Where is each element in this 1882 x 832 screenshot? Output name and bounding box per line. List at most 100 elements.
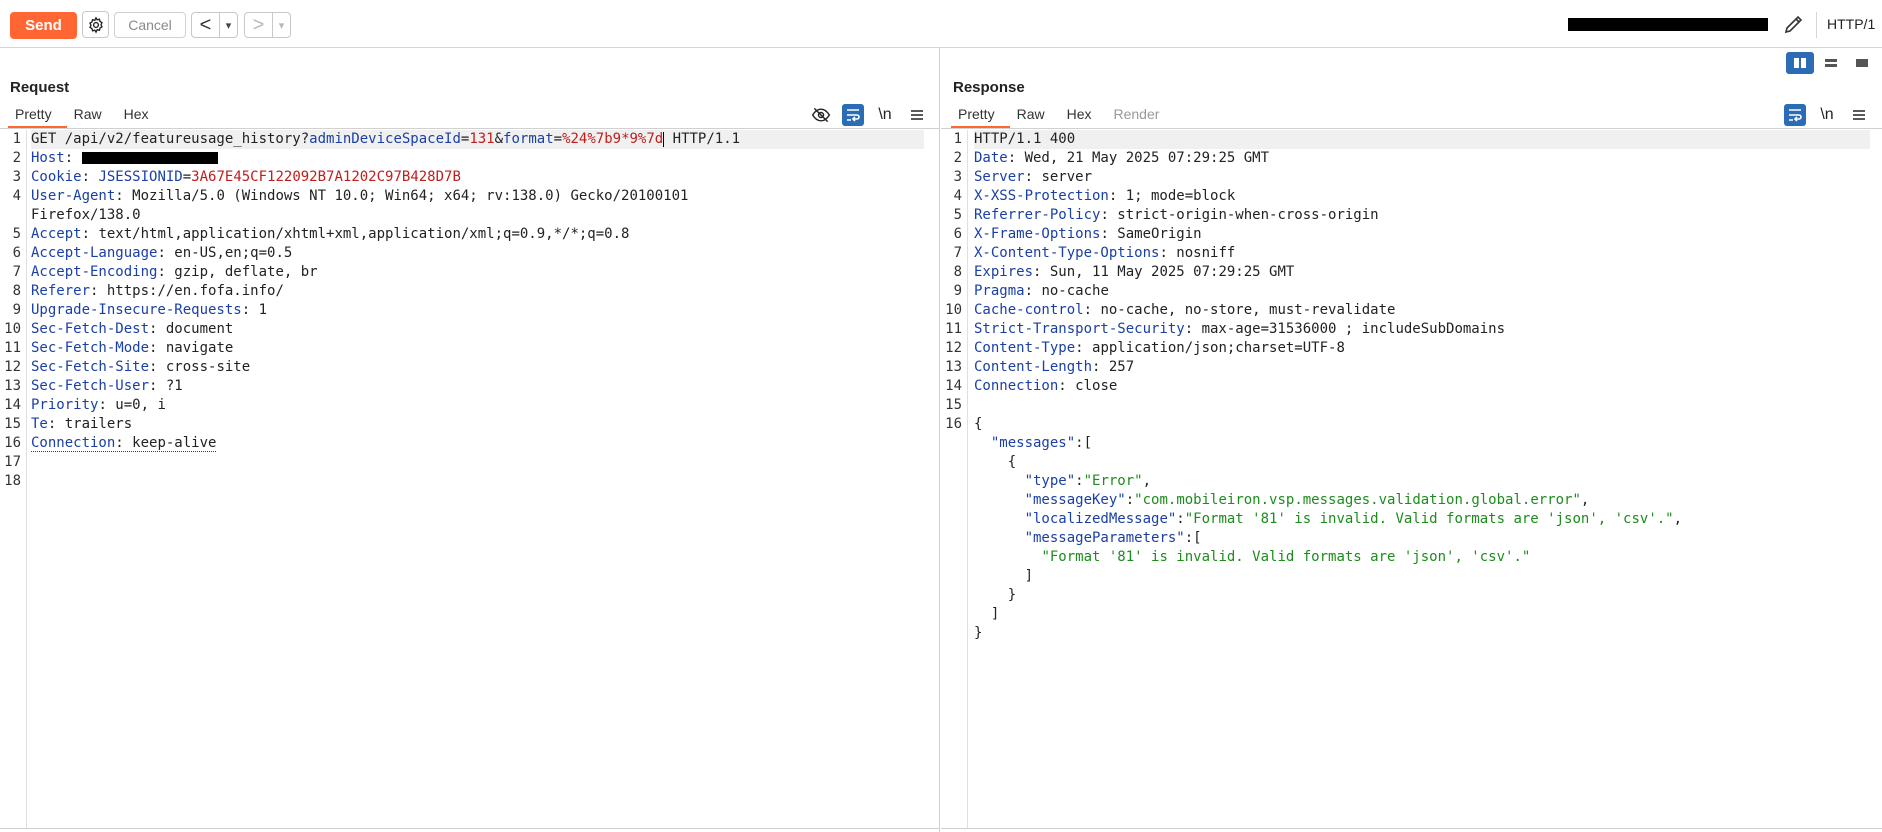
header-line: Date: Wed, 21 May 2025 07:29:25 GMT (974, 150, 1270, 166)
response-footer (941, 828, 1882, 832)
request-path: GET /api/v2/featureusage_history? (31, 131, 310, 147)
json-line: { (974, 454, 1017, 470)
header-name: Accept-Encoding (31, 264, 158, 280)
response-line-numbers: 1 2 3 4 5 6 7 8 9 10 11 12 13 14 15 16 (941, 130, 968, 828)
response-wrap-lines-button[interactable] (1784, 104, 1806, 126)
header-line: Strict-Transport-Security: max-age=31536… (974, 321, 1506, 337)
header-name: Host (31, 150, 65, 166)
header-value: close (1075, 378, 1118, 394)
request-tab-raw[interactable]: Raw (67, 104, 117, 128)
header-line: Pragma: no-cache (974, 283, 1109, 299)
header-value: text/html,application/xhtml+xml,applicat… (98, 226, 630, 242)
line-number: 18 (4, 473, 21, 489)
response-tab-hex[interactable]: Hex (1060, 104, 1107, 128)
request-tab-pretty[interactable]: Pretty (8, 104, 67, 128)
header-value: 1 (258, 302, 268, 318)
line-number: 13 (4, 378, 21, 394)
line-number (0, 206, 26, 225)
param-name: adminDeviceSpaceId (309, 131, 461, 147)
line-number: 12 (945, 340, 962, 356)
json-key: "localizedMessage" (1024, 511, 1177, 527)
header-line: Priority: u=0, i (31, 397, 166, 413)
header-name: Server (974, 169, 1025, 185)
cancel-button[interactable]: Cancel (114, 12, 186, 38)
back-button[interactable]: < (192, 13, 219, 37)
header-value: application/json;charset=UTF-8 (1092, 340, 1345, 356)
line-number: 6 (953, 226, 962, 242)
response-tab-raw[interactable]: Raw (1010, 104, 1060, 128)
response-tab-divider (941, 128, 1882, 129)
header-name: Sec-Fetch-User (31, 378, 150, 394)
header-value: 1; mode=block (1125, 188, 1236, 204)
back-navigation: < ▾ (191, 12, 238, 38)
header-line: Accept: text/html,application/xhtml+xml,… (31, 226, 630, 242)
line-number: 15 (4, 416, 21, 432)
line-number: 8 (953, 264, 962, 280)
header-name: X-XSS-Protection (974, 188, 1109, 204)
response-code: HTTP/1.1 400 Date: Wed, 21 May 2025 07:2… (974, 130, 1870, 643)
header-line: Sec-Fetch-Dest: document (31, 321, 234, 337)
json-string: "Error" (1083, 473, 1143, 489)
line-number: 9 (12, 302, 21, 318)
send-button[interactable]: Send (10, 12, 77, 39)
request-line-numbers: 1 2 3 4 5 6 7 8 9 10 11 12 13 14 15 16 1… (0, 130, 27, 828)
header-line-continuation: Firefox/138.0 (31, 206, 924, 225)
request-show-newlines-button[interactable]: \n (874, 104, 896, 126)
status-line: HTTP/1.1 400 (974, 130, 1870, 149)
json-line: "type":"Error", (1024, 473, 1152, 489)
header-value: ?1 (165, 378, 183, 394)
line-number: 4 (12, 188, 21, 204)
header-name: X-Content-Type-Options (974, 245, 1160, 261)
request-menu-button[interactable] (906, 104, 928, 126)
header-name: Accept-Language (31, 245, 158, 261)
line-number: 3 (12, 169, 21, 185)
header-line: Content-Type: application/json;charset=U… (974, 340, 1345, 356)
response-menu-button[interactable] (1848, 104, 1870, 126)
redacted-target (1568, 18, 1768, 31)
edit-target-button[interactable] (1780, 10, 1808, 38)
header-value: nosniff (1176, 245, 1236, 261)
header-line: Te: trailers (31, 416, 133, 432)
back-history-dropdown[interactable]: ▾ (219, 13, 237, 37)
protocol-label[interactable]: HTTP/1 (1827, 16, 1875, 32)
header-value: Mozilla/5.0 (Windows NT 10.0; Win64; x64… (132, 188, 689, 204)
line-number: 9 (953, 283, 962, 299)
hide-nonprintable-button[interactable] (810, 104, 832, 126)
json-line: } (974, 587, 1017, 603)
request-footer (0, 828, 939, 832)
header-line: Cache-control: no-cache, no-store, must-… (974, 302, 1396, 318)
request-wrap-lines-button[interactable] (842, 104, 864, 126)
header-line: Upgrade-Insecure-Requests: 1 (31, 302, 268, 318)
line-number: 10 (945, 302, 962, 318)
wrap-lines-icon (1789, 109, 1802, 122)
line-number: 2 (12, 150, 21, 166)
response-tab-pretty[interactable]: Pretty (951, 104, 1010, 128)
header-value: max-age=31536000 ; includeSubDomains (1201, 321, 1506, 337)
param-value: 131 (469, 131, 495, 147)
json-line: "localizedMessage":"Format '81' is inval… (1024, 511, 1683, 527)
line-number: 12 (4, 359, 21, 375)
forward-button[interactable]: > (245, 13, 272, 37)
response-title: Response (953, 79, 1025, 96)
response-show-newlines-button[interactable]: \n (1816, 104, 1838, 126)
forward-history-dropdown[interactable]: ▾ (272, 13, 290, 37)
header-value: gzip, deflate, br (174, 264, 318, 280)
header-name: User-Agent (31, 188, 116, 204)
settings-button[interactable] (82, 11, 109, 38)
request-editor-tools: \n (810, 104, 928, 126)
header-name: Strict-Transport-Security (974, 321, 1185, 337)
json-line: "messageKey":"com.mobileiron.vsp.message… (1024, 492, 1590, 508)
request-editor[interactable]: 1 2 3 4 5 6 7 8 9 10 11 12 13 14 15 16 1… (0, 130, 930, 828)
header-line: User-Agent: Mozilla/5.0 (Windows NT 10.0… (31, 188, 689, 204)
response-editor[interactable]: 1 2 3 4 5 6 7 8 9 10 11 12 13 14 15 16 H… (941, 130, 1876, 828)
header-name: Priority (31, 397, 99, 413)
request-tab-hex[interactable]: Hex (117, 104, 164, 128)
header-line: Accept-Encoding: gzip, deflate, br (31, 264, 318, 280)
header-line: Host: (31, 149, 924, 168)
cookie-name: JSESSIONID (98, 169, 183, 185)
response-tab-render[interactable]: Render (1107, 104, 1175, 128)
header-value: no-cache (1041, 283, 1109, 299)
header-line: Connection: keep-alive (31, 435, 217, 452)
header-name: Expires (974, 264, 1034, 280)
request-line[interactable]: GET /api/v2/featureusage_history?adminDe… (31, 130, 924, 149)
